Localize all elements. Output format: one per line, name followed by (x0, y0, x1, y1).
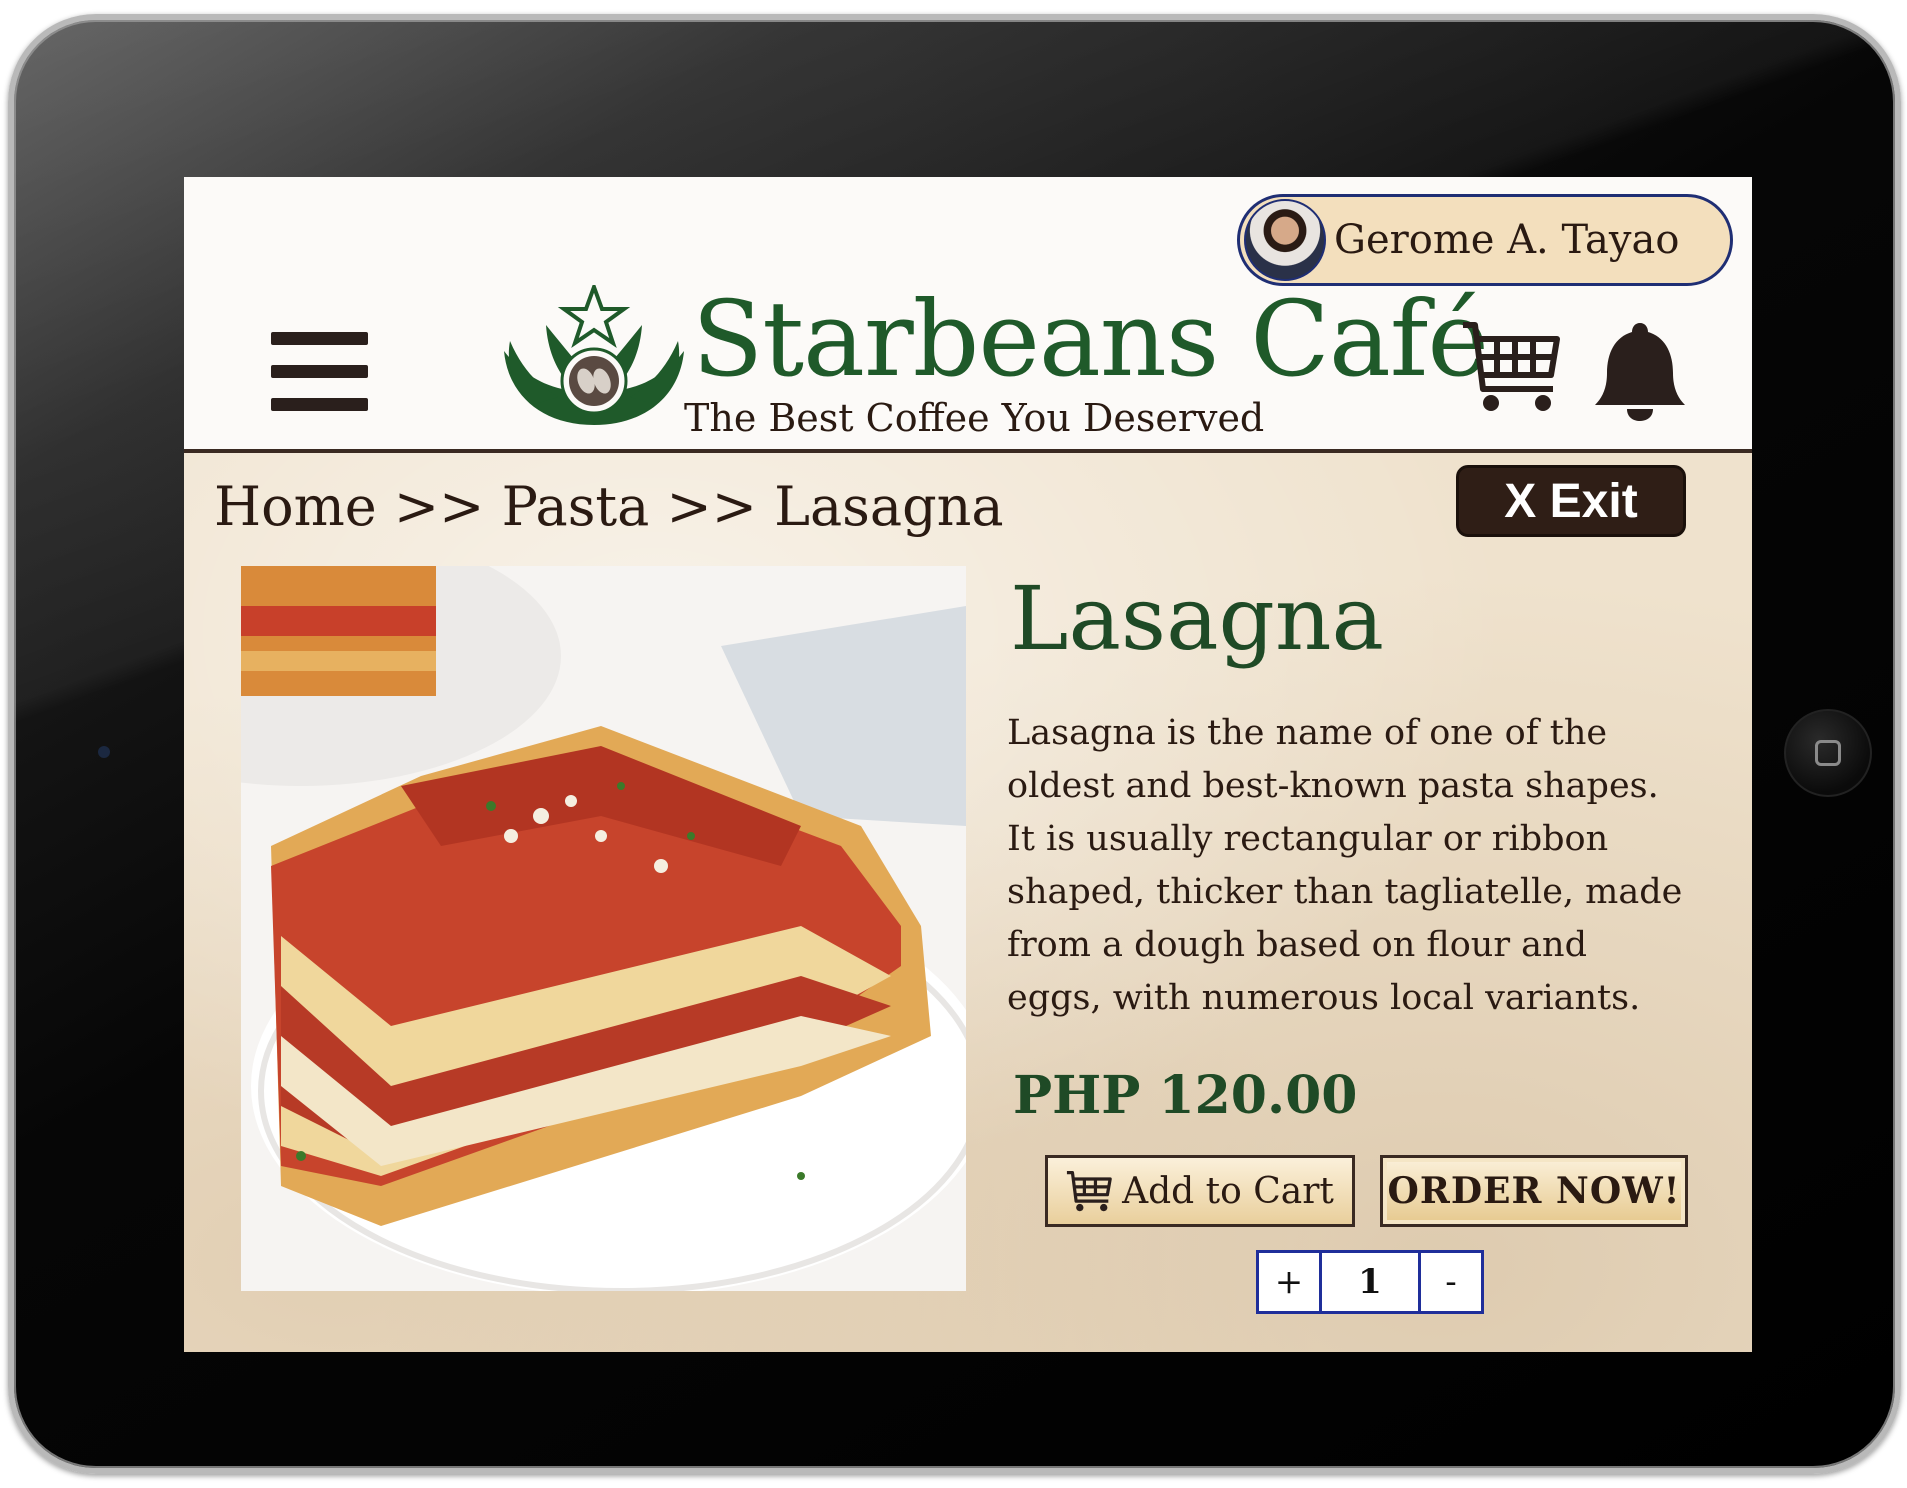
breadcrumb[interactable]: Home >> Pasta >> Lasagna (214, 475, 1004, 538)
avatar (1244, 199, 1326, 281)
product-price: PHP 120.00 (1013, 1065, 1358, 1126)
product-image (241, 566, 966, 1291)
quantity-value[interactable]: 1 (1319, 1253, 1421, 1311)
home-button[interactable] (1784, 709, 1872, 797)
shopping-cart-icon[interactable] (1461, 317, 1561, 417)
quantity-stepper: + 1 - (1256, 1250, 1484, 1314)
exit-button[interactable]: X Exit (1456, 465, 1686, 537)
notification-bell-icon[interactable] (1593, 321, 1687, 421)
product-description: Lasagna is the name of one of the oldest… (1007, 713, 1683, 1018)
user-profile-pill[interactable]: Gerome A. Tayao (1237, 194, 1733, 286)
app-screen: Gerome A. Tayao Starbeans Café The Best … (184, 177, 1752, 1352)
hamburger-menu-icon[interactable] (271, 332, 368, 412)
cart-small-icon (1067, 1170, 1112, 1212)
tablet-frame: Gerome A. Tayao Starbeans Café The Best … (8, 14, 1901, 1474)
quantity-plus-button[interactable]: + (1259, 1253, 1319, 1311)
brand-tagline: The Best Coffee You Deserved (684, 396, 1265, 440)
add-to-cart-button[interactable]: Add to Cart (1045, 1155, 1355, 1227)
brand-title: Starbeans Café (692, 278, 1489, 400)
add-to-cart-label: Add to Cart (1122, 1170, 1334, 1212)
home-square-icon (1815, 740, 1841, 766)
app-header: Gerome A. Tayao Starbeans Café The Best … (184, 177, 1752, 453)
order-now-button[interactable]: ORDER NOW! (1380, 1155, 1688, 1227)
brand-logo-icon (504, 285, 684, 425)
front-camera (98, 746, 110, 758)
user-name: Gerome A. Tayao (1334, 217, 1680, 263)
product-title: Lasagna (1010, 567, 1384, 670)
quantity-minus-button[interactable]: - (1421, 1253, 1481, 1311)
product-detail-panel: Home >> Pasta >> Lasagna X Exit Lasagna … (184, 453, 1752, 1352)
